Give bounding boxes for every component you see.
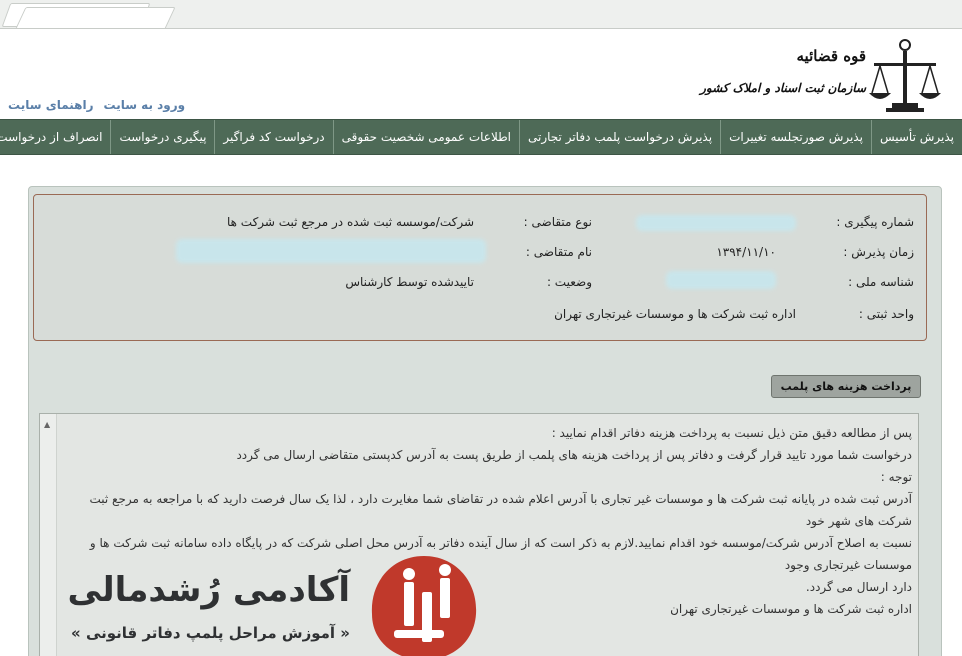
- notice-textarea[interactable]: ▲ پس از مطالعه دقیق متن ذیل نسبت به پردا…: [39, 413, 919, 656]
- org-title-line1: قوه قضائیه: [796, 47, 867, 65]
- applicant-name-label: نام متقاضی :: [525, 245, 592, 259]
- scroll-up-icon[interactable]: ▲: [44, 420, 50, 429]
- site-header: قوه قضائیه سازمان ثبت اسناد و املاک کشور…: [0, 29, 962, 119]
- site-guide-link[interactable]: راهنمای سایت: [8, 98, 93, 112]
- scales-of-justice-icon: [869, 39, 941, 112]
- notice-line: درخواست شما مورد تایید قرار گرفت و دفاتر…: [236, 448, 912, 462]
- nav-item-universal-code[interactable]: درخواست کد فراگیر: [214, 120, 332, 154]
- registry-unit-label: واحد ثبتی :: [858, 307, 914, 321]
- watermark-title: آکادمی رُشدمالی: [67, 570, 350, 610]
- org-logo: قوه قضائیه سازمان ثبت اسناد و املاک کشور: [700, 35, 944, 115]
- top-links: ورود به سایت راهنمای سایت: [8, 98, 185, 112]
- nav-item-legal-entity-info[interactable]: اطلاعات عمومی شخصیت حقوقی: [332, 120, 519, 154]
- nav-item-establishment[interactable]: پذیرش تأسیس: [870, 120, 962, 154]
- org-title-line2: سازمان ثبت اسناد و املاک کشور: [700, 81, 866, 95]
- nav-item-cancel-request[interactable]: انصراف از درخواست: [0, 120, 110, 154]
- login-link[interactable]: ورود به سایت: [103, 98, 185, 112]
- scrollbar[interactable]: ▲: [40, 414, 57, 656]
- info-row: زمان پذیرش : ۱۳۹۴/۱۱/۱۰ نام متقاضی :: [34, 239, 926, 263]
- pay-seal-fees-button[interactable]: پرداخت هزینه های پلمب: [771, 375, 921, 398]
- notice-line: پس از مطالعه دقیق متن ذیل نسبت به پرداخت…: [551, 426, 912, 440]
- nav-item-track-request[interactable]: پیگیری درخواست: [110, 120, 214, 154]
- notice-line: توجه :: [880, 470, 912, 484]
- window-top-strip: [0, 0, 962, 31]
- national-id-label: شناسه ملی :: [848, 275, 914, 289]
- info-row: شماره پیگیری : نوع متقاضی : شرکت/موسسه ث…: [34, 215, 926, 233]
- status-value: تاییدشده توسط کارشناس: [345, 275, 474, 289]
- info-row: شناسه ملی : وضعیت : تاییدشده توسط کارشنا…: [34, 271, 926, 293]
- tracking-number-label: شماره پیگیری :: [836, 215, 914, 229]
- accept-time-label: زمان پذیرش :: [843, 245, 914, 259]
- redacted-tracking-number: [636, 215, 796, 231]
- notice-line: آدرس ثبت شده در پایانه ثبت شرکت ها و موس…: [89, 492, 913, 528]
- redacted-national-id: [666, 271, 776, 289]
- request-info-box: شماره پیگیری : نوع متقاضی : شرکت/موسسه ث…: [33, 194, 927, 341]
- watermark-subtitle: « آموزش مراحل پلمپ دفاتر قانونی »: [71, 624, 350, 642]
- accept-time-value: ۱۳۹۴/۱۱/۱۰: [716, 245, 776, 259]
- request-panel: شماره پیگیری : نوع متقاضی : شرکت/موسسه ث…: [28, 186, 942, 656]
- status-label: وضعیت :: [546, 275, 592, 289]
- academy-watermark: آکادمی رُشدمالی « آموزش مراحل پلمپ دفاتر…: [67, 552, 490, 656]
- page: قوه قضائیه سازمان ثبت اسناد و املاک کشور…: [0, 28, 962, 656]
- nav-item-change-minutes[interactable]: پذیرش صورتجلسه تغییرات: [720, 120, 871, 154]
- registry-unit-value: اداره ثبت شرکت ها و موسسات غیرتجاری تهرا…: [554, 307, 796, 321]
- nav-item-ledger-seal-request[interactable]: پذیرش درخواست پلمب دفاتر تجارتی: [519, 120, 720, 154]
- request-type-value: شرکت/موسسه ثبت شده در مرجع ثبت شرکت ها: [226, 215, 474, 229]
- request-type-label: نوع متقاضی :: [523, 215, 592, 229]
- main-nav: پذیرش تأسیس پذیرش صورتجلسه تغییرات پذیرش…: [0, 119, 962, 155]
- info-row: واحد ثبتی : اداره ثبت شرکت ها و موسسات غ…: [34, 307, 926, 325]
- academy-logo-icon: [371, 556, 477, 656]
- redacted-applicant-name: [176, 239, 486, 263]
